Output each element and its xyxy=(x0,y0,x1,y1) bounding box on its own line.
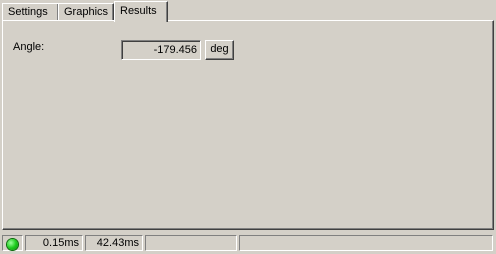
status-time-1: 0.15ms xyxy=(25,235,83,251)
angle-label: Angle: xyxy=(13,41,45,53)
status-led-pane xyxy=(2,235,23,251)
tab-graphics[interactable]: Graphics xyxy=(58,3,114,20)
angle-unit-button[interactable]: deg xyxy=(205,40,234,60)
tab-results[interactable]: Results xyxy=(114,1,168,22)
status-bar: 0.15ms 42.43ms xyxy=(0,233,496,254)
status-led-icon xyxy=(7,239,18,250)
status-time-2: 42.43ms xyxy=(85,235,143,251)
status-pane-5 xyxy=(239,235,493,251)
status-pane-4 xyxy=(145,235,237,251)
tab-strip: Settings Graphics Results xyxy=(2,0,492,22)
results-panel: Angle: -179.456 deg xyxy=(2,20,494,230)
tab-settings[interactable]: Settings xyxy=(2,3,59,20)
angle-value-display: -179.456 xyxy=(121,40,201,60)
